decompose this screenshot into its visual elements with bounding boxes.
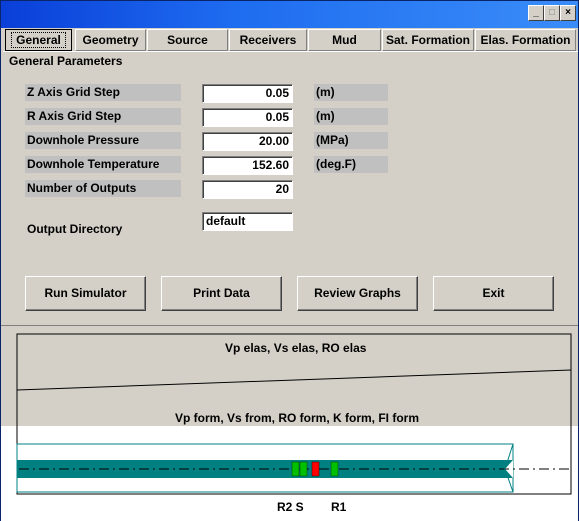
z-axis-grid-step-unit: (m) bbox=[314, 84, 388, 101]
downhole-pressure-label: Downhole Pressure bbox=[25, 132, 181, 149]
review-graphs-button[interactable]: Review Graphs bbox=[297, 276, 418, 311]
tab-sat-formation[interactable]: Sat. Formation bbox=[382, 29, 474, 51]
tab-strip: General Geometry Source Receivers Mud Sa… bbox=[3, 29, 578, 51]
r-axis-grid-step-label: R Axis Grid Step bbox=[25, 108, 181, 125]
downhole-temperature-unit: (deg.F) bbox=[314, 156, 388, 173]
number-of-outputs-input[interactable]: 20 bbox=[202, 180, 293, 199]
downhole-pressure-input[interactable]: 20.00 bbox=[202, 132, 293, 151]
r-axis-grid-step-input[interactable]: 0.05 bbox=[202, 108, 293, 127]
downhole-pressure-unit: (MPa) bbox=[314, 132, 388, 149]
title-bar: _ □ × bbox=[1, 1, 578, 28]
output-directory-input[interactable]: default bbox=[202, 212, 293, 231]
r-axis-grid-step-unit: (m) bbox=[314, 108, 388, 125]
receiver-r2 bbox=[291, 461, 300, 477]
app-window: _ □ × General Geometry Source Receivers … bbox=[0, 0, 579, 521]
downhole-temperature-input[interactable]: 152.60 bbox=[202, 156, 293, 175]
tab-general-label: General bbox=[11, 32, 66, 48]
tab-general[interactable]: General bbox=[5, 29, 72, 51]
number-of-outputs-label: Number of Outputs bbox=[25, 180, 181, 197]
tab-mud[interactable]: Mud bbox=[308, 29, 381, 51]
z-axis-grid-step-input[interactable]: 0.05 bbox=[202, 84, 293, 103]
exit-button[interactable]: Exit bbox=[433, 276, 554, 311]
receivers-label: R2 S bbox=[277, 500, 304, 514]
receiver-r2b bbox=[299, 461, 308, 477]
tab-elas-formation[interactable]: Elas. Formation bbox=[475, 29, 576, 51]
tab-source[interactable]: Source bbox=[147, 29, 228, 51]
tab-receivers[interactable]: Receivers bbox=[229, 29, 307, 51]
maximize-button[interactable]: □ bbox=[544, 5, 560, 21]
output-directory-label: Output Directory bbox=[27, 222, 123, 236]
print-data-button[interactable]: Print Data bbox=[161, 276, 282, 311]
downhole-temperature-label: Downhole Temperature bbox=[25, 156, 181, 173]
tab-geometry[interactable]: Geometry bbox=[75, 29, 146, 51]
receiver-r1-label: R1 bbox=[331, 500, 347, 514]
run-simulator-button[interactable]: Run Simulator bbox=[25, 276, 146, 311]
geometry-preview: Vp elas, Vs elas, RO elas Vp form, Vs fr… bbox=[1, 325, 578, 521]
form-label: Vp form, Vs from, RO form, K form, FI fo… bbox=[169, 410, 426, 426]
elas-label: Vp elas, Vs elas, RO elas bbox=[219, 340, 373, 356]
minimize-button[interactable]: _ bbox=[528, 5, 544, 21]
close-button[interactable]: × bbox=[560, 5, 576, 21]
source-s bbox=[311, 461, 320, 477]
z-axis-grid-step-label: Z Axis Grid Step bbox=[25, 84, 181, 101]
general-panel: General Parameters Z Axis Grid Step 0.05… bbox=[3, 51, 578, 327]
group-title: General Parameters bbox=[9, 54, 123, 68]
receiver-r1 bbox=[330, 461, 339, 477]
